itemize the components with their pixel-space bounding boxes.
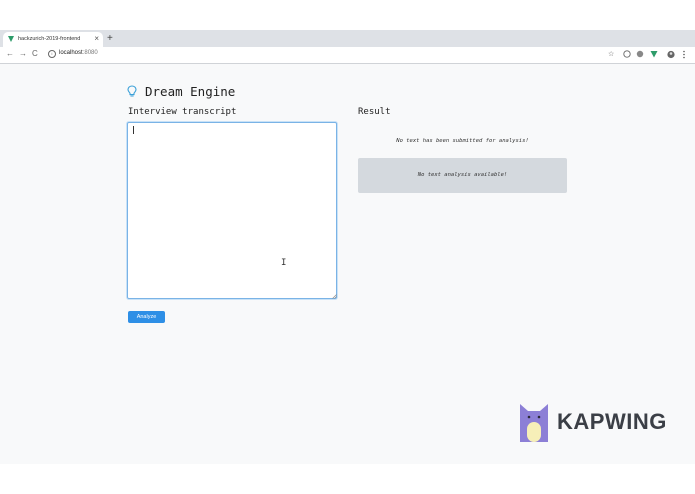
vue-devtools-icon[interactable] — [650, 50, 658, 58]
analysis-panel: No text analysis available! — [358, 158, 567, 193]
bookmark-star-icon[interactable]: ☆ — [608, 50, 614, 58]
profile-avatar-icon[interactable] — [667, 50, 675, 59]
kapwing-watermark: KAPWING — [519, 402, 667, 442]
transcript-textarea[interactable] — [127, 122, 337, 299]
resize-grip-icon[interactable] — [332, 294, 337, 299]
tab-strip: hackzurich-2019-frontend × + — [0, 30, 695, 47]
ibeam-cursor-icon: I — [281, 258, 287, 268]
browser-chrome: hackzurich-2019-frontend × + ← → C i loc… — [0, 30, 695, 64]
tab-close-icon[interactable]: × — [94, 34, 99, 43]
vue-favicon-icon — [8, 36, 14, 42]
bottom-letterbox — [0, 464, 695, 494]
new-tab-icon[interactable]: + — [107, 33, 113, 44]
result-label: Result — [358, 107, 391, 117]
extension-shield-icon[interactable] — [636, 50, 644, 58]
page-title: Dream Engine — [145, 84, 236, 99]
back-icon[interactable]: ← — [6, 49, 14, 58]
info-icon[interactable]: i — [48, 50, 56, 58]
brand: Dream Engine — [127, 84, 235, 99]
tab-title: hackzurich-2019-frontend — [18, 36, 81, 42]
url-text: localhost:8080 — [59, 50, 98, 56]
transcript-label: Interview transcript — [128, 107, 237, 117]
reload-icon[interactable]: C — [32, 49, 38, 58]
text-caret — [133, 126, 134, 134]
analyze-button[interactable]: Analyze — [128, 311, 165, 323]
menu-kebab-icon[interactable] — [682, 50, 686, 59]
extension-globe-icon[interactable] — [623, 50, 631, 58]
lightbulb-icon — [127, 85, 137, 97]
url-host: localhost — [59, 50, 83, 56]
no-submission-message: No text has been submitted for analysis! — [396, 138, 529, 144]
address-bar[interactable]: i localhost:8080 — [44, 49, 600, 60]
forward-icon[interactable]: → — [19, 49, 27, 58]
top-letterbox — [0, 0, 695, 30]
no-analysis-message: No text analysis available! — [417, 172, 508, 178]
kapwing-cat-logo-icon — [520, 404, 548, 442]
kapwing-wordmark: KAPWING — [557, 409, 667, 434]
url-port: :8080 — [82, 50, 98, 56]
browser-tab[interactable]: hackzurich-2019-frontend × — [3, 32, 103, 47]
browser-toolbar: ← → C i localhost:8080 ☆ — [0, 47, 695, 64]
